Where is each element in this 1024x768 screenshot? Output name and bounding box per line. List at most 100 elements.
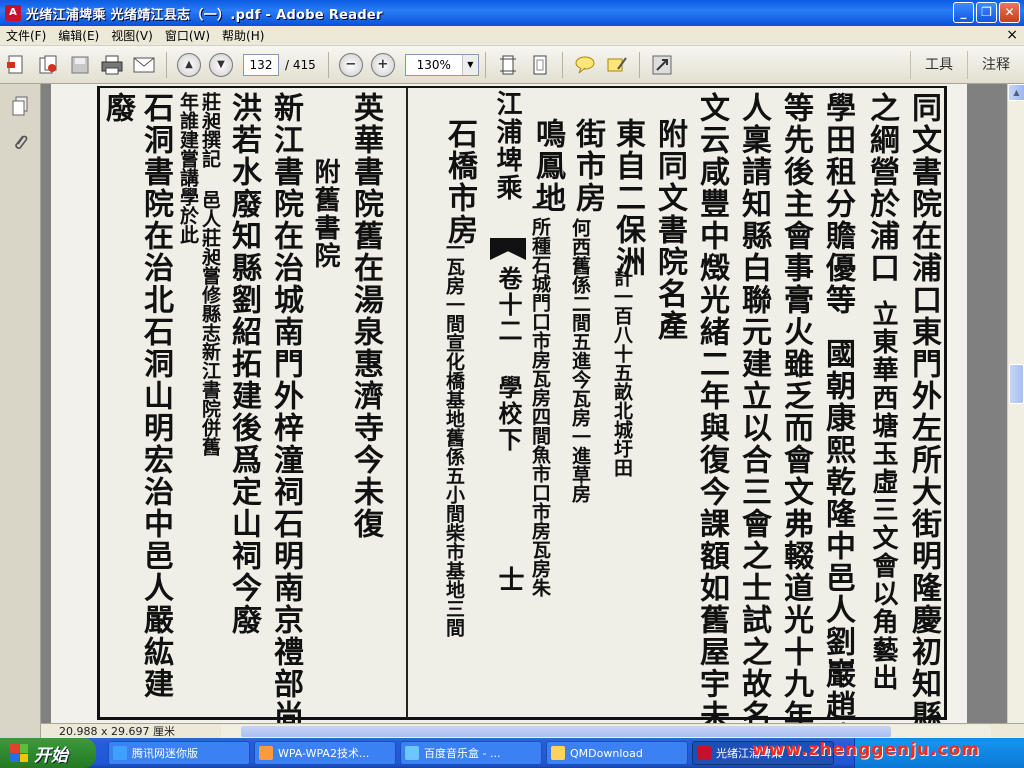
print-button[interactable] bbox=[98, 51, 126, 79]
page-view-icon bbox=[499, 55, 516, 74]
menu-view[interactable]: 视图(V) bbox=[105, 27, 159, 44]
toolbar-separator bbox=[561, 51, 563, 78]
text-column: 國朝康熙乾隆中邑人劉巖趙濬 bbox=[820, 338, 855, 723]
vertical-scrollbar[interactable]: ▲ bbox=[1007, 84, 1024, 723]
zoom-in-button[interactable]: + bbox=[369, 51, 397, 79]
text-note: 計一百八十五畝北城圩田 bbox=[611, 268, 633, 477]
start-button[interactable]: 开始 bbox=[0, 738, 96, 768]
combine-files-icon bbox=[39, 55, 57, 73]
zoom-out-button[interactable]: − bbox=[337, 51, 365, 79]
text-column: 石橋市房 bbox=[442, 118, 477, 246]
page-thumbnails-button[interactable] bbox=[6, 92, 34, 120]
page-number-input[interactable] bbox=[243, 53, 279, 76]
text-column: 之綱營於浦口 bbox=[864, 92, 899, 284]
chevron-down-icon[interactable]: ▼ bbox=[461, 54, 478, 75]
adobe-reader-icon bbox=[697, 746, 711, 760]
chapter-label: 卷十二 學校下 bbox=[494, 266, 523, 453]
zoom-select[interactable]: 130% ▼ bbox=[404, 53, 479, 76]
text-column: 人稟請知縣白聯元建立以合三會之士試之故名同 bbox=[736, 92, 771, 723]
email-button[interactable] bbox=[130, 51, 158, 79]
title-bar: A 光绪江浦埤乘 光绪靖江县志（一）.pdf - Adobe Reader _ … bbox=[0, 0, 1024, 26]
paperclip-icon bbox=[15, 135, 28, 149]
create-pdf-button[interactable] bbox=[2, 51, 30, 79]
toolbar-separator bbox=[327, 51, 329, 78]
attachments-button[interactable] bbox=[6, 128, 34, 156]
menu-bar: 文件(F) 编辑(E) 视图(V) 窗口(W) 帮助(H) × bbox=[0, 26, 1024, 46]
previous-page-button[interactable]: ▲ bbox=[175, 51, 203, 79]
tools-button[interactable]: 工具 bbox=[910, 51, 967, 79]
text-note: 一瓦房一間宣化橋基地舊係五小間柴市基地三間 bbox=[443, 238, 465, 637]
text-note: 年誰建嘗講學於此 bbox=[177, 92, 199, 244]
fish-tail-marker bbox=[490, 238, 526, 260]
page-total: / 415 bbox=[285, 57, 316, 72]
text-column: 等先後主會事膏火雖乏而會文弗輟道光十九年邑 bbox=[778, 92, 813, 723]
taskbar-item[interactable]: 百度音乐盒 - ... bbox=[400, 741, 542, 765]
adobe-reader-icon: A bbox=[5, 5, 21, 21]
text-column: 文云咸豐中燬光緒二年與復今課額如舊屋宇未建 bbox=[694, 92, 729, 723]
horizontal-scroll-thumb[interactable] bbox=[241, 726, 891, 737]
minimize-button[interactable]: _ bbox=[953, 2, 974, 23]
maximize-button[interactable]: ❐ bbox=[976, 2, 997, 23]
text-column: 廢 bbox=[100, 92, 135, 124]
watermark: www.zhenggenju.com bbox=[752, 740, 980, 760]
text-column: 洪若水廢知縣劉紹拓建後爲定山祠今廢 bbox=[226, 92, 261, 636]
highlighter-icon bbox=[607, 56, 627, 71]
speech-bubble-icon bbox=[575, 56, 595, 73]
taskbar-item[interactable]: QMDownload bbox=[546, 741, 688, 765]
pages-icon bbox=[12, 96, 28, 116]
create-pdf-icon bbox=[7, 55, 23, 73]
pdf-page: 同文書院在浦口東門外左所大街明隆慶初知縣王 之綱營於浦口 立東華西塘玉虛三文會以… bbox=[51, 84, 967, 723]
arrow-down-icon: ▼ bbox=[209, 52, 233, 77]
horizontal-scrollbar[interactable] bbox=[221, 725, 991, 738]
scroll-up-icon[interactable]: ▲ bbox=[1008, 84, 1024, 101]
text-column: 同文書院在浦口東門外左所大街明隆慶初知縣王 bbox=[906, 92, 941, 723]
document-viewport[interactable]: 同文書院在浦口東門外左所大街明隆慶初知縣王 之綱營於浦口 立東華西塘玉虛三文會以… bbox=[41, 84, 1007, 723]
comment-note-button[interactable] bbox=[571, 51, 599, 79]
page-folio: 士 bbox=[494, 566, 524, 594]
comment-button[interactable]: 注释 bbox=[967, 51, 1024, 79]
save-icon bbox=[71, 56, 89, 73]
close-button[interactable]: ✕ bbox=[999, 2, 1020, 23]
next-page-button[interactable]: ▼ bbox=[207, 51, 235, 79]
book-title: 江浦埤乘 bbox=[492, 90, 522, 202]
browser-icon bbox=[113, 746, 127, 760]
status-bar: 20.988 x 29.697 厘米 bbox=[41, 723, 1024, 738]
toolbar-right: 工具 注释 bbox=[910, 46, 1024, 84]
printer-icon bbox=[101, 55, 123, 74]
toolbar-separator bbox=[638, 51, 640, 78]
taskbar-item[interactable]: 腾讯网迷你版 bbox=[108, 741, 250, 765]
single-page-button[interactable] bbox=[494, 51, 522, 79]
document-icon bbox=[259, 746, 273, 760]
scroll-thumb[interactable] bbox=[1009, 364, 1024, 404]
zoom-in-icon: + bbox=[370, 52, 395, 77]
highlight-button[interactable] bbox=[603, 51, 631, 79]
text-note: 莊昶撰記 邑人莊昶嘗修縣志新江書院併舊 bbox=[199, 92, 221, 456]
menu-window[interactable]: 窗口(W) bbox=[159, 27, 216, 44]
menu-file[interactable]: 文件(F) bbox=[0, 27, 52, 44]
toolbar: ▲ ▼ / 415 − + 130% ▼ 工具 注释 bbox=[0, 46, 1024, 84]
navigation-pane bbox=[0, 84, 41, 738]
email-icon bbox=[133, 57, 155, 72]
save-button[interactable] bbox=[66, 51, 94, 79]
fit-page-button[interactable] bbox=[526, 51, 554, 79]
text-column: 附舊書院 bbox=[310, 158, 340, 270]
text-note: 一所種石城門口市房瓦房四間魚市口市房瓦房朱 bbox=[529, 198, 551, 597]
toolbar-separator bbox=[166, 51, 167, 78]
text-column: 學田租分贍優等 bbox=[820, 92, 855, 316]
taskbar-item[interactable]: WPA-WPA2技术... bbox=[254, 741, 396, 765]
menu-edit[interactable]: 编辑(E) bbox=[52, 27, 105, 44]
page-dimensions: 20.988 x 29.697 厘米 bbox=[59, 725, 175, 738]
text-note: 何西舊係二間五進今瓦房一進草房 bbox=[569, 218, 591, 503]
window-controls: _ ❐ ✕ bbox=[953, 2, 1020, 23]
fit-page-icon bbox=[533, 55, 547, 74]
toolbar-separator bbox=[484, 51, 486, 78]
menu-help[interactable]: 帮助(H) bbox=[216, 27, 270, 44]
document-close-icon[interactable]: × bbox=[1006, 27, 1018, 43]
combine-files-button[interactable] bbox=[34, 51, 62, 79]
window-title: 光绪江浦埤乘 光绪靖江县志（一）.pdf - Adobe Reader bbox=[26, 7, 383, 23]
text-column: 英華書院舊在湯泉惠濟寺今未復 bbox=[348, 92, 383, 540]
zoom-out-icon: − bbox=[338, 52, 363, 77]
full-screen-button[interactable] bbox=[648, 51, 676, 79]
expand-icon bbox=[652, 55, 672, 74]
taskbar-item-label: 腾讯网迷你版 bbox=[132, 747, 198, 760]
